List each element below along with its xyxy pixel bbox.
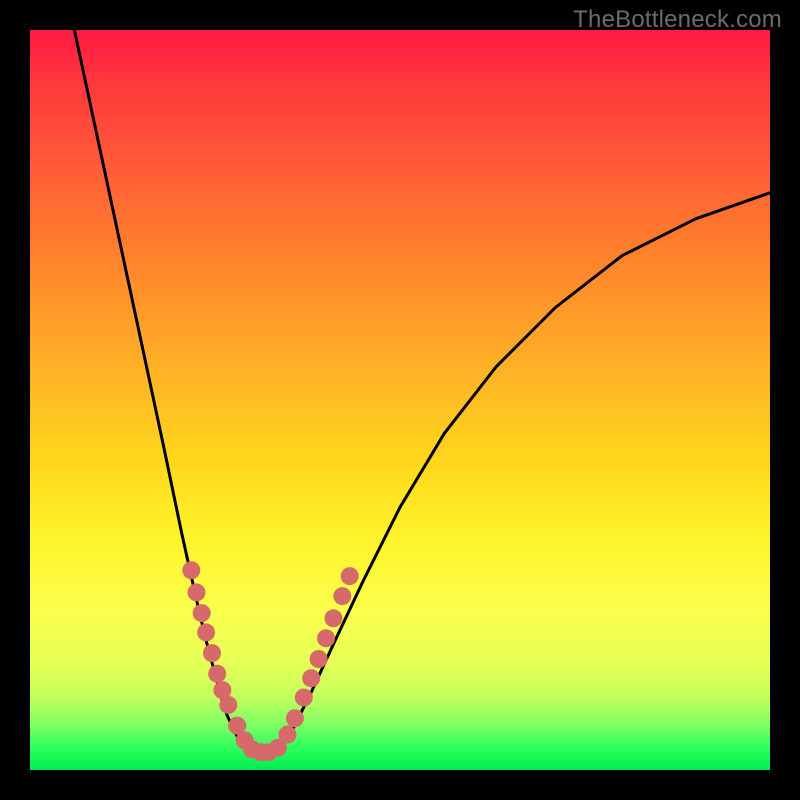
marker-dot	[341, 567, 359, 585]
marker-dot	[310, 650, 328, 668]
marker-dot	[197, 623, 215, 641]
curve-svg	[30, 30, 770, 770]
marker-dot	[333, 587, 351, 605]
marker-dot	[203, 644, 221, 662]
marker-dot	[188, 583, 206, 601]
marker-dot	[219, 696, 237, 714]
marker-dot	[286, 709, 304, 727]
bottleneck-curve	[74, 30, 770, 755]
outer-frame: TheBottleneck.com	[0, 0, 800, 800]
marker-dot	[324, 609, 342, 627]
marker-dot	[193, 604, 211, 622]
marker-dot	[279, 726, 297, 744]
plot-area	[30, 30, 770, 770]
marker-dots	[182, 561, 358, 761]
marker-dot	[208, 665, 226, 683]
marker-dot	[302, 669, 320, 687]
marker-dot	[182, 561, 200, 579]
marker-dot	[317, 629, 335, 647]
marker-dot	[295, 689, 313, 707]
